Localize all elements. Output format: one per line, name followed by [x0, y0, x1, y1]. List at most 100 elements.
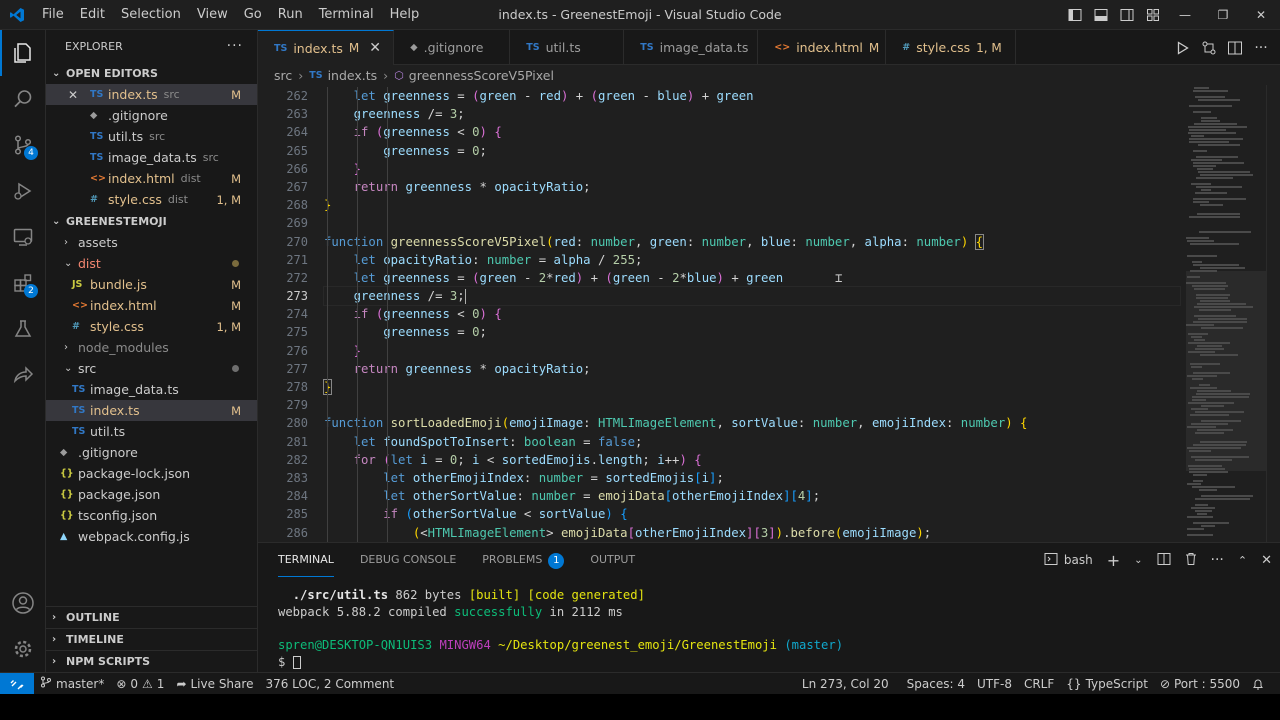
status-indentation[interactable]: Spaces: 4 — [901, 677, 971, 691]
open-changes-icon[interactable] — [1196, 40, 1222, 56]
notifications-bell-icon[interactable] — [1246, 678, 1270, 691]
tree-file[interactable]: ◆ .gitignore — [46, 442, 257, 463]
breadcrumb-symbol[interactable]: greennessScoreV5Pixel — [409, 68, 554, 83]
npm-scripts-header[interactable]: › NPM SCRIPTS — [46, 650, 257, 672]
remote-indicator-icon[interactable] — [0, 672, 34, 695]
new-terminal-icon[interactable]: + — [1107, 551, 1120, 570]
status-language[interactable]: {} TypeScript — [1060, 677, 1154, 691]
open-editor-item[interactable]: ◆ .gitignore — [46, 105, 257, 126]
tree-file[interactable]: TS util.ts — [46, 421, 257, 442]
menu-go[interactable]: Go — [236, 0, 270, 30]
split-terminal-icon[interactable] — [1157, 552, 1171, 569]
more-actions-icon[interactable]: ··· — [1248, 40, 1274, 56]
tree-file[interactable]: {} tsconfig.json — [46, 505, 257, 526]
tree-file[interactable]: TS image_data.ts — [46, 379, 257, 400]
minimap-line — [1197, 168, 1213, 170]
split-editor-icon[interactable] — [1222, 40, 1248, 56]
status-eol[interactable]: CRLF — [1018, 677, 1060, 691]
menu-selection[interactable]: Selection — [113, 0, 189, 30]
chevron-down-icon[interactable]: ⌄ — [1134, 555, 1142, 566]
open-editor-item[interactable]: TS image_data.ts src — [46, 147, 257, 168]
status-encoding[interactable]: UTF-8 — [971, 677, 1018, 691]
more-actions-icon[interactable]: ··· — [227, 38, 243, 54]
status-cursor-position[interactable]: Ln 273, Col 20 — [796, 677, 895, 691]
trash-icon[interactable] — [1185, 552, 1197, 569]
tab-terminal[interactable]: TERMINAL — [278, 543, 334, 577]
tree-file[interactable]: ▲ webpack.config.js — [46, 526, 257, 547]
customize-layout-icon[interactable] — [1140, 0, 1166, 30]
menu-view[interactable]: View — [189, 0, 236, 30]
tree-file-selected[interactable]: TS index.ts M — [46, 400, 257, 421]
run-play-icon[interactable] — [1170, 40, 1196, 55]
minimap-line — [1193, 522, 1229, 524]
tab-output[interactable]: OUTPUT — [590, 543, 635, 577]
tree-file[interactable]: JS bundle.js M — [46, 274, 257, 295]
timeline-header[interactable]: › TIMELINE — [46, 628, 257, 650]
status-live-share[interactable]: ➦ Live Share — [170, 677, 259, 691]
remote-explorer-icon[interactable] — [0, 214, 46, 260]
minimap[interactable] — [1186, 85, 1266, 542]
more-actions-icon[interactable]: ··· — [1211, 552, 1224, 568]
breadcrumb-folder[interactable]: src — [274, 68, 292, 83]
minimize-button[interactable]: — — [1166, 0, 1204, 30]
menu-terminal[interactable]: Terminal — [311, 0, 382, 30]
tree-folder-src[interactable]: ⌄ src — [46, 358, 257, 379]
testing-icon[interactable] — [0, 306, 46, 352]
accounts-icon[interactable] — [0, 580, 46, 626]
breadcrumb-file[interactable]: index.ts — [328, 68, 378, 83]
tree-folder-dist[interactable]: ⌄ dist — [46, 253, 257, 274]
terminal-output[interactable]: ./src/util.ts 862 bytes [built] [code ge… — [278, 587, 1260, 671]
tab-gitignore[interactable]: ◆ .gitignore — [394, 30, 511, 65]
editor-scrollbar[interactable] — [1266, 85, 1280, 542]
status-problems[interactable]: ⊗ 0 ⚠ 1 — [110, 677, 170, 691]
outline-header[interactable]: › OUTLINE — [46, 606, 257, 628]
open-editor-item[interactable]: # style.css dist 1, M — [46, 189, 257, 210]
open-editor-item[interactable]: TS util.ts src — [46, 126, 257, 147]
manage-gear-icon[interactable] — [0, 626, 46, 672]
tab-debug-console[interactable]: DEBUG CONSOLE — [360, 543, 456, 577]
project-header[interactable]: ⌄ GREENESTEMOJI — [46, 210, 257, 232]
menu-edit[interactable]: Edit — [72, 0, 113, 30]
tab-util-ts[interactable]: TS util.ts — [510, 30, 625, 65]
tab-image-data-ts[interactable]: TS image_data.ts — [624, 30, 759, 65]
live-share-icon[interactable] — [0, 352, 46, 398]
tree-file[interactable]: {} package-lock.json — [46, 463, 257, 484]
tree-folder-node-modules[interactable]: › node_modules — [46, 337, 257, 358]
terminal-input-line[interactable]: $ — [278, 654, 1260, 671]
line-number: 282 — [286, 452, 308, 467]
code-editor[interactable]: 262 263 264 265 266 267 268 269 270 271 … — [258, 85, 1280, 542]
toggle-panel-icon[interactable] — [1088, 0, 1114, 30]
status-loc[interactable]: 376 LOC, 2 Comment — [259, 677, 400, 691]
tree-file[interactable]: {} package.json — [46, 484, 257, 505]
menu-run[interactable]: Run — [270, 0, 311, 30]
close-editor-icon[interactable]: ✕ — [68, 88, 90, 102]
tree-folder-assets[interactable]: › assets — [46, 232, 257, 253]
tab-style-css[interactable]: # style.css 1, M — [886, 30, 1017, 65]
close-tab-icon[interactable]: ✕ — [369, 40, 383, 56]
run-debug-icon[interactable] — [0, 168, 46, 214]
status-branch[interactable]: master* — [34, 676, 110, 691]
open-editor-item[interactable]: <> index.html dist M — [46, 168, 257, 189]
menu-help[interactable]: Help — [382, 0, 428, 30]
tree-file[interactable]: <> index.html M — [46, 295, 257, 316]
tab-index-html[interactable]: <> index.html M — [758, 30, 887, 65]
explorer-icon[interactable] — [0, 30, 46, 76]
toggle-sidebar-icon[interactable] — [1062, 0, 1088, 30]
open-editors-header[interactable]: ⌄ OPEN EDITORS — [46, 62, 257, 84]
terminal-shell-selector[interactable]: bash — [1044, 552, 1093, 569]
extensions-icon[interactable]: 2 — [0, 260, 46, 306]
search-icon[interactable] — [0, 76, 46, 122]
open-editor-item[interactable]: ✕ TS index.ts src M — [46, 84, 257, 105]
tab-index-ts[interactable]: TS index.ts M ✕ — [258, 30, 395, 65]
close-panel-icon[interactable]: ✕ — [1261, 553, 1272, 568]
tree-file[interactable]: # style.css 1, M — [46, 316, 257, 337]
status-live-server-port[interactable]: ⊘ Port : 5500 — [1154, 677, 1246, 691]
close-window-button[interactable]: ✕ — [1242, 0, 1280, 30]
restore-button[interactable]: ❐ — [1204, 0, 1242, 30]
tab-problems[interactable]: PROBLEMS 1 — [482, 543, 565, 577]
toggle-secondary-sidebar-icon[interactable] — [1114, 0, 1140, 30]
maximize-panel-icon[interactable]: ⌃ — [1238, 554, 1247, 567]
code-lines[interactable]: let greenness = (green - red) + (green -… — [322, 87, 1181, 542]
source-control-icon[interactable]: 4 — [0, 122, 46, 168]
menu-file[interactable]: File — [34, 0, 72, 30]
